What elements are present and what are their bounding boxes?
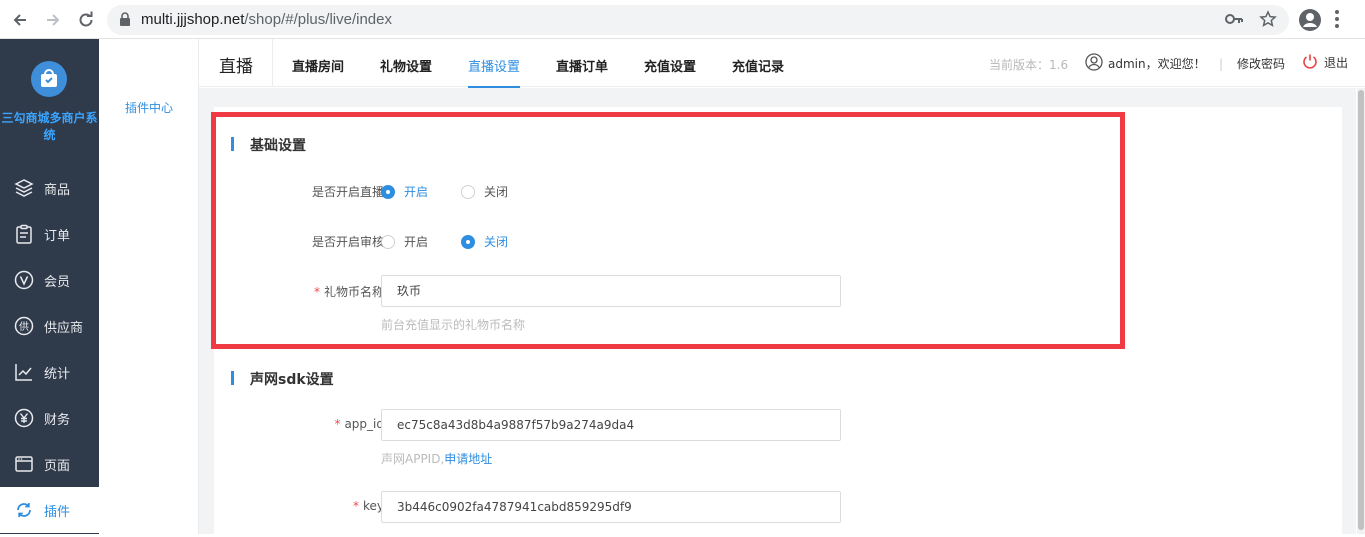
apply-address-link[interactable]: 申请地址 xyxy=(444,452,492,466)
brand-name: 三勾商城多商户系统 xyxy=(1,111,98,142)
chart-line-icon xyxy=(13,361,35,383)
shop-bag-logo-icon xyxy=(31,61,67,97)
required-mark: * xyxy=(334,417,341,431)
window-icon xyxy=(13,453,35,475)
sidebar-item-members[interactable]: 会员 xyxy=(0,257,99,303)
sidebar-item-label: 商品 xyxy=(44,182,71,198)
sidebar-item-pages[interactable]: 页面 xyxy=(0,441,99,487)
vip-icon xyxy=(13,269,35,291)
more-menu-icon[interactable] xyxy=(1334,9,1340,33)
sidebar-item-label: 统计 xyxy=(44,366,71,382)
logout-button[interactable]: 退出 xyxy=(1302,53,1348,72)
required-mark: * xyxy=(352,499,359,513)
change-password-link[interactable]: 修改密码 xyxy=(1237,55,1285,72)
header-divider: | xyxy=(1219,57,1224,71)
sidebar-item-stats[interactable]: 统计 xyxy=(0,349,99,395)
profile-avatar-icon[interactable] xyxy=(1298,8,1322,36)
tab-live-settings[interactable]: 直播设置 xyxy=(468,56,521,88)
sidebar-item-supplier[interactable]: 供 供应商 xyxy=(0,303,99,349)
user-greeting[interactable]: admin，欢迎您！ xyxy=(1085,53,1206,74)
reload-icon[interactable] xyxy=(74,8,98,32)
app-id-hint: 声网APPID,申请地址 xyxy=(381,450,492,467)
refresh-icon xyxy=(13,499,35,521)
label-text: app_id xyxy=(344,417,384,431)
page-scrollbar[interactable] xyxy=(1357,88,1365,534)
key-icon[interactable] xyxy=(1225,12,1243,30)
section-title-sdk: 声网sdk设置 xyxy=(231,369,334,389)
highlight-box xyxy=(211,112,1125,349)
title-divider xyxy=(272,39,273,87)
browser-toolbar: multi.jjjshop.net/shop/#/plus/live/index xyxy=(0,0,1365,39)
key-label: * key xyxy=(214,499,384,513)
sidebar-item-plugins[interactable]: 插件 xyxy=(0,487,99,533)
sidebar-item-goods[interactable]: 商品 xyxy=(0,165,99,211)
sidebar-item-label: 页面 xyxy=(44,458,71,474)
user-greeting-text: admin，欢迎您！ xyxy=(1108,57,1206,71)
svg-text:供: 供 xyxy=(19,320,29,333)
page-title: 直播 xyxy=(219,57,253,77)
top-tab-bar: 直播 直播房间 礼物设置 直播设置 直播订单 充值设置 充值记录 当前版本：1.… xyxy=(199,39,1365,88)
clipboard-icon xyxy=(13,223,35,245)
sidebar-item-label: 插件 xyxy=(44,504,71,520)
tab-recharge-records[interactable]: 充值记录 xyxy=(732,56,784,75)
app-id-label: * app_id xyxy=(214,417,384,431)
power-icon xyxy=(1302,53,1318,72)
lock-icon xyxy=(119,12,131,31)
yen-icon xyxy=(13,407,35,429)
sub-sidebar: 插件中心 xyxy=(99,39,199,534)
tab-gift-settings[interactable]: 礼物设置 xyxy=(380,56,432,75)
sidebar-item-label: 供应商 xyxy=(44,320,84,336)
sub-item-plugin-center[interactable]: 插件中心 xyxy=(99,99,199,116)
layers-icon xyxy=(13,177,35,199)
star-icon[interactable] xyxy=(1259,10,1277,32)
sidebar-item-label: 订单 xyxy=(44,228,71,244)
scrollbar-thumb[interactable] xyxy=(1358,90,1364,530)
tab-live-orders[interactable]: 直播订单 xyxy=(556,56,608,75)
supplier-icon: 供 xyxy=(13,315,35,337)
forward-icon[interactable] xyxy=(41,8,65,32)
url-text: multi.jjjshop.net/shop/#/plus/live/index xyxy=(141,11,392,28)
hint-text: 声网APPID, xyxy=(381,452,445,466)
key-input[interactable]: 3b446c0902fa4787941cabd859295df9 xyxy=(381,491,841,523)
sidebar-item-label: 财务 xyxy=(44,412,71,428)
tab-recharge-settings[interactable]: 充值设置 xyxy=(644,56,696,75)
logout-label: 退出 xyxy=(1324,56,1349,70)
app-id-input[interactable]: ec75c8a43d8b4a9887f57b9a274a9da4 xyxy=(381,409,841,441)
tab-live-rooms[interactable]: 直播房间 xyxy=(292,56,344,75)
address-bar[interactable]: multi.jjjshop.net/shop/#/plus/live/index xyxy=(107,5,1289,35)
main-sidebar: 三勾商城多商户系统 商品 订单 会员 供 供应商 统计 财务 页面 插件 xyxy=(0,39,99,534)
version-text: 当前版本：1.6 xyxy=(989,58,1069,72)
sidebar-item-label: 会员 xyxy=(44,274,71,290)
back-icon[interactable] xyxy=(8,8,32,32)
sidebar-item-finance[interactable]: 财务 xyxy=(0,395,99,441)
user-icon xyxy=(1085,53,1103,74)
sidebar-item-orders[interactable]: 订单 xyxy=(0,211,99,257)
